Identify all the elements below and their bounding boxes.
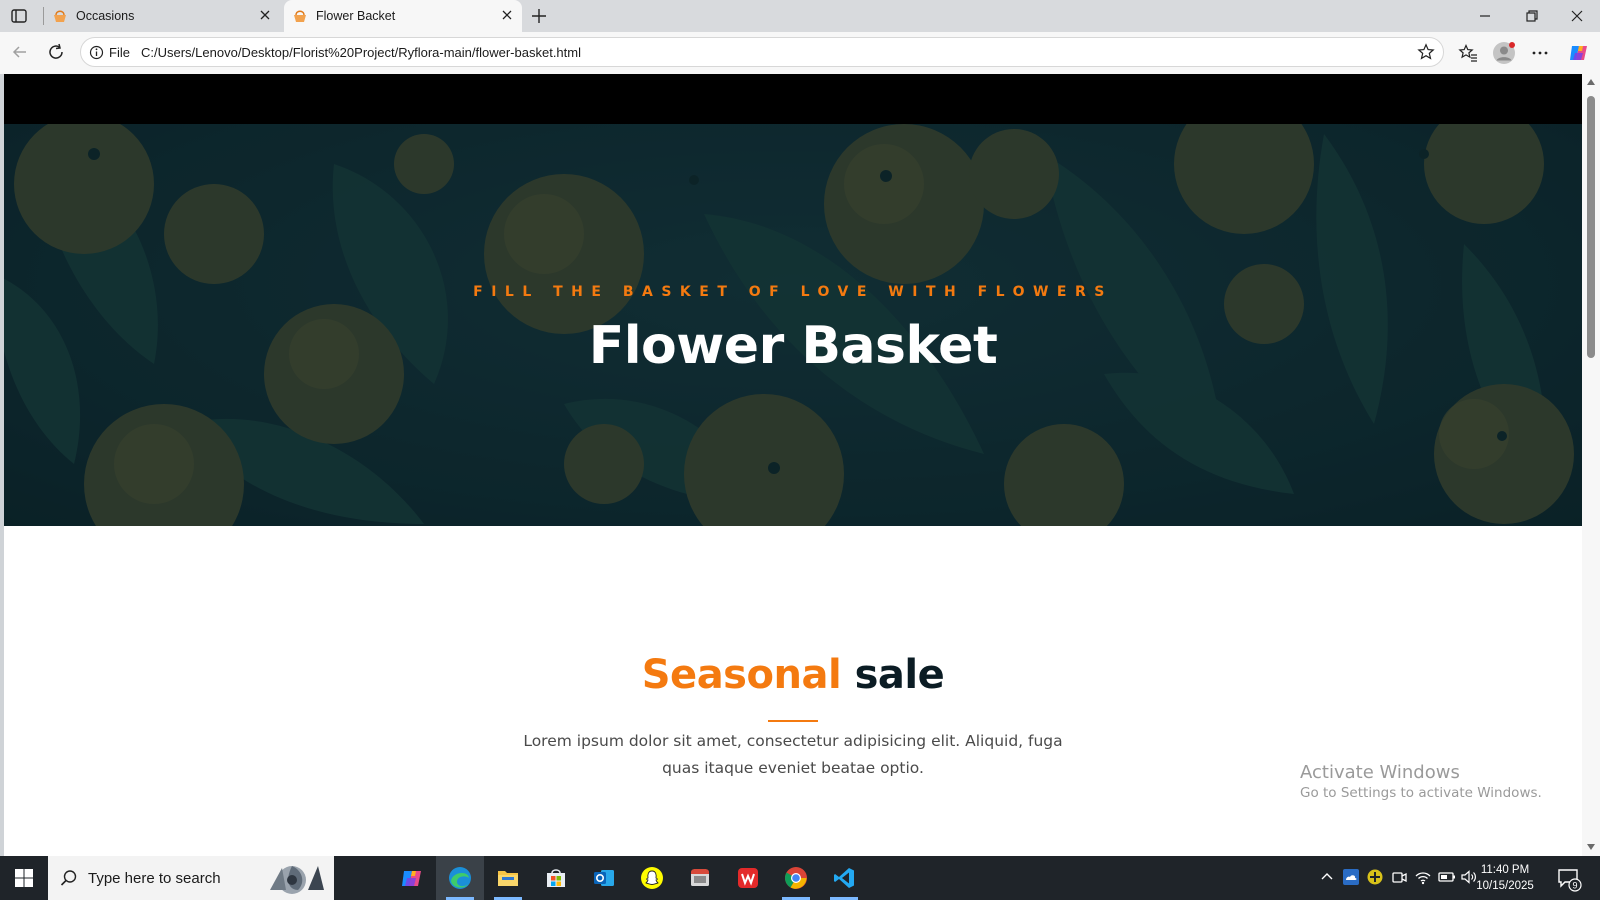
new-tab-icon[interactable] <box>530 7 548 25</box>
search-placeholder: Type here to search <box>88 870 221 887</box>
copilot-app-icon <box>402 871 421 886</box>
restore-icon[interactable] <box>1519 4 1543 28</box>
back-icon[interactable] <box>10 42 30 62</box>
photos-icon <box>691 869 709 886</box>
address-scheme-label: File <box>109 45 130 60</box>
taskbar-vscode-app[interactable] <box>820 856 868 900</box>
taskbar-file-explorer-app[interactable] <box>484 856 532 900</box>
browser-toolbar: File C:/Users/Lenovo/Desktop/Florist%20P… <box>0 32 1600 74</box>
notification-center[interactable]: 9 <box>1556 866 1582 892</box>
hero-title: Flower Basket <box>588 316 998 376</box>
basket-favicon-icon <box>54 10 66 22</box>
tab-flower-basket[interactable]: Flower Backet <box>284 0 522 32</box>
windows-taskbar: Type here to search 11:40 PM 10/15/2025 … <box>0 856 1600 900</box>
minimize-icon[interactable] <box>1473 4 1497 28</box>
favorite-star-icon[interactable] <box>1417 43 1435 61</box>
notification-count: 9 <box>1572 881 1577 891</box>
onedrive-icon[interactable] <box>1342 868 1360 886</box>
tab-bar: Occasions Flower Backet <box>0 0 1600 32</box>
edge-app-icon <box>449 867 471 889</box>
meet-now-icon[interactable] <box>1390 868 1408 886</box>
basket-favicon-icon <box>294 10 306 22</box>
battery-icon[interactable] <box>1438 868 1456 886</box>
scroll-down-arrow-icon[interactable] <box>1587 844 1595 850</box>
page-scrollbar[interactable] <box>1582 74 1600 856</box>
page-viewport: FILL THE BASKET OF LOVE WITH FLOWERS Flo… <box>4 74 1582 856</box>
close-tab-icon[interactable] <box>258 8 272 22</box>
taskbar-search-box[interactable]: Type here to search <box>48 856 334 900</box>
section-description: Lorem ipsum dolor sit amet, consectetur … <box>523 732 1063 777</box>
taskbar-snapchat-app[interactable] <box>628 856 676 900</box>
hero-banner: FILL THE BASKET OF LOVE WITH FLOWERS Flo… <box>4 124 1582 526</box>
system-clock[interactable]: 11:40 PM 10/15/2025 <box>1470 862 1540 894</box>
watermark-title: Activate Windows <box>1300 762 1460 783</box>
tab-title: Occasions <box>76 9 135 23</box>
notification-icon: 9 <box>1558 869 1582 892</box>
info-icon[interactable] <box>89 45 104 60</box>
search-icon <box>60 870 77 886</box>
clock-date: 10/15/2025 <box>1476 880 1534 892</box>
taskbar-photos-app[interactable] <box>676 856 724 900</box>
wifi-icon[interactable] <box>1414 868 1432 886</box>
close-tab-icon[interactable] <box>500 8 514 22</box>
windows-start-icon[interactable] <box>14 868 34 888</box>
activation-watermark: Activate Windows Go to Settings to activ… <box>1300 762 1542 801</box>
taskbar-outlook-app[interactable] <box>580 856 628 900</box>
profile-icon[interactable] <box>1492 41 1516 65</box>
outlook-icon <box>594 870 614 886</box>
taskbar-chrome-app[interactable] <box>772 856 820 900</box>
section-title-accent: Seasonal <box>641 652 842 698</box>
close-window-icon[interactable] <box>1565 4 1589 28</box>
taskbar-store-app[interactable] <box>532 856 580 900</box>
taskbar-edge-app[interactable] <box>436 856 484 900</box>
folder-icon <box>498 871 518 886</box>
watermark-subtitle: Go to Settings to activate Windows. <box>1300 785 1542 801</box>
store-icon <box>547 869 565 887</box>
scroll-up-arrow-icon[interactable] <box>1587 79 1595 85</box>
clock-time: 11:40 PM <box>1480 864 1530 876</box>
section-title: Seasonal sale <box>4 652 1582 698</box>
section-title-underline <box>768 720 818 722</box>
tab-occasions[interactable]: Occasions <box>44 0 280 32</box>
taskbar-wps-app[interactable] <box>724 856 772 900</box>
snapchat-icon <box>641 867 663 889</box>
favorites-icon[interactable] <box>1458 43 1478 63</box>
wps-office-icon <box>738 868 758 888</box>
show-hidden-icons-chevron-icon[interactable] <box>1318 868 1336 886</box>
hero-kicker: FILL THE BASKET OF LOVE WITH FLOWERS <box>473 284 1113 300</box>
copilot-icon[interactable] <box>1568 42 1590 64</box>
section-title-rest: sale <box>854 652 945 698</box>
taskbar-copilot-app[interactable] <box>388 856 436 900</box>
tab-title: Flower Backet <box>316 9 396 23</box>
vscode-icon <box>834 868 854 888</box>
address-bar[interactable]: File C:/Users/Lenovo/Desktop/Florist%20P… <box>80 37 1444 67</box>
address-url[interactable]: C:/Users/Lenovo/Desktop/Florist%20Projec… <box>141 45 581 60</box>
search-highlight-art-icon <box>270 866 324 894</box>
site-header <box>4 74 1582 124</box>
chrome-icon <box>785 867 807 889</box>
security-status-icon[interactable] <box>1366 868 1384 886</box>
scroll-thumb[interactable] <box>1587 96 1595 358</box>
tab-actions-icon[interactable] <box>10 7 28 25</box>
more-icon[interactable] <box>1530 43 1550 63</box>
reload-icon[interactable] <box>46 42 66 62</box>
